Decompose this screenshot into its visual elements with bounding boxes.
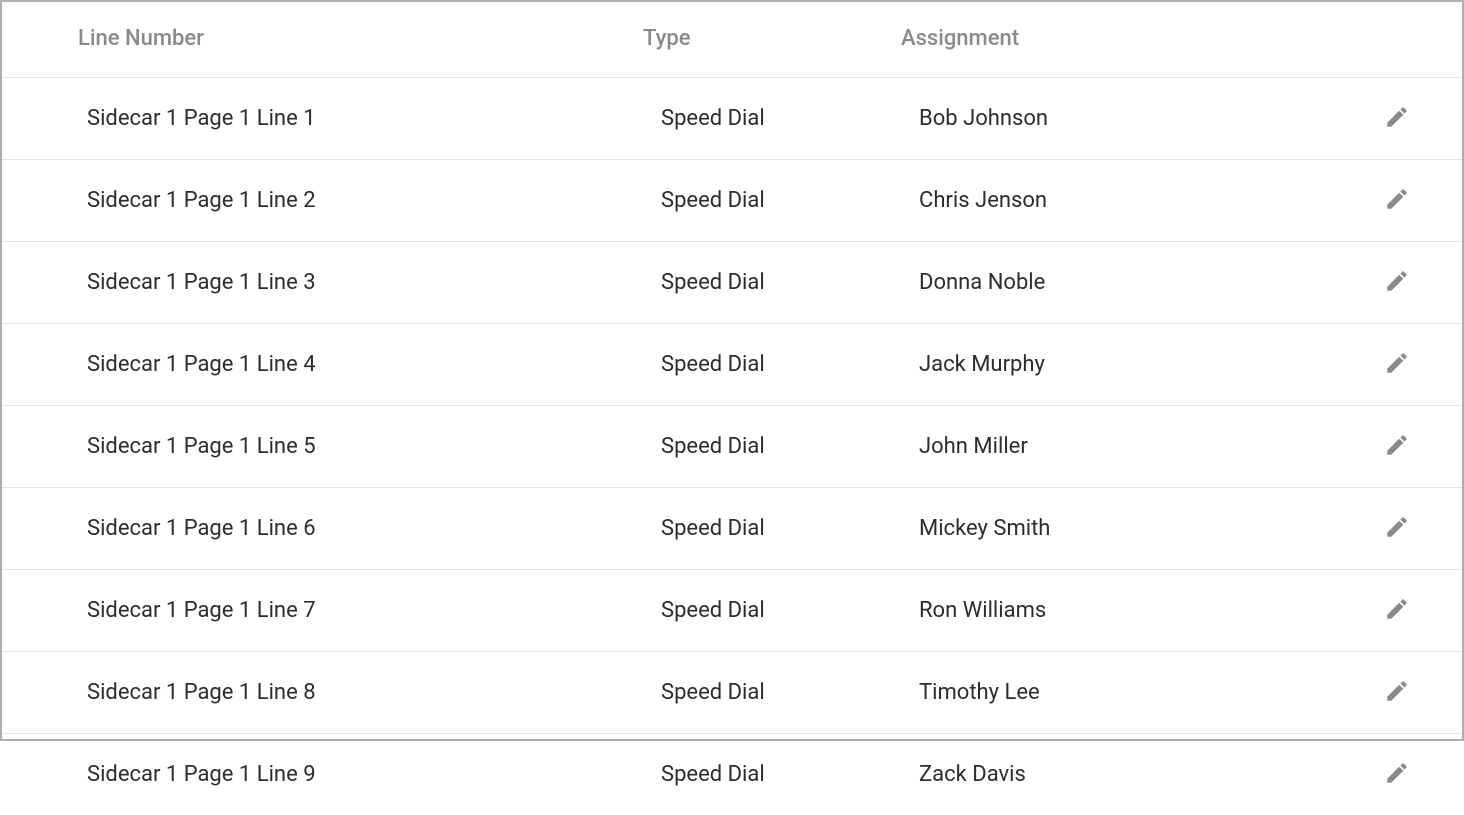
header-line-number: Line Number xyxy=(78,26,643,51)
pencil-icon xyxy=(1384,432,1410,461)
pencil-icon xyxy=(1384,514,1410,543)
edit-button[interactable] xyxy=(1380,592,1414,629)
table-row: Sidecar 1 Page 1 Line 9Speed DialZack Da… xyxy=(2,734,1462,815)
table-row: Sidecar 1 Page 1 Line 7Speed DialRon Wil… xyxy=(2,570,1462,652)
table-row: Sidecar 1 Page 1 Line 1Speed DialBob Joh… xyxy=(2,78,1462,160)
cell-line-number: Sidecar 1 Page 1 Line 3 xyxy=(87,270,661,295)
pencil-icon xyxy=(1384,186,1410,215)
cell-assignment: Donna Noble xyxy=(919,270,1372,295)
cell-assignment: Timothy Lee xyxy=(919,680,1372,705)
table-row: Sidecar 1 Page 1 Line 2Speed DialChris J… xyxy=(2,160,1462,242)
table-row: Sidecar 1 Page 1 Line 5Speed DialJohn Mi… xyxy=(2,406,1462,488)
cell-line-number: Sidecar 1 Page 1 Line 1 xyxy=(87,106,661,131)
header-assignment: Assignment xyxy=(901,26,1372,51)
cell-action xyxy=(1372,264,1422,301)
cell-type: Speed Dial xyxy=(661,680,919,705)
cell-assignment: Ron Williams xyxy=(919,598,1372,623)
cell-type: Speed Dial xyxy=(661,598,919,623)
cell-assignment: Mickey Smith xyxy=(919,516,1372,541)
cell-line-number: Sidecar 1 Page 1 Line 5 xyxy=(87,434,661,459)
edit-button[interactable] xyxy=(1380,674,1414,711)
table-row: Sidecar 1 Page 1 Line 8Speed DialTimothy… xyxy=(2,652,1462,734)
cell-type: Speed Dial xyxy=(661,188,919,213)
cell-line-number: Sidecar 1 Page 1 Line 8 xyxy=(87,680,661,705)
edit-button[interactable] xyxy=(1380,346,1414,383)
line-assignment-table: Line Number Type Assignment Sidecar 1 Pa… xyxy=(2,2,1462,815)
pencil-icon xyxy=(1384,268,1410,297)
cell-type: Speed Dial xyxy=(661,352,919,377)
cell-assignment: Chris Jenson xyxy=(919,188,1372,213)
table-row: Sidecar 1 Page 1 Line 4Speed DialJack Mu… xyxy=(2,324,1462,406)
edit-button[interactable] xyxy=(1380,428,1414,465)
cell-line-number: Sidecar 1 Page 1 Line 4 xyxy=(87,352,661,377)
cell-action xyxy=(1372,346,1422,383)
table-body: Sidecar 1 Page 1 Line 1Speed DialBob Joh… xyxy=(2,78,1462,815)
cell-type: Speed Dial xyxy=(661,762,919,787)
pencil-icon xyxy=(1384,678,1410,707)
cell-type: Speed Dial xyxy=(661,270,919,295)
pencil-icon xyxy=(1384,596,1410,625)
cell-action xyxy=(1372,100,1422,137)
line-assignment-panel: Line Number Type Assignment Sidecar 1 Pa… xyxy=(0,0,1464,741)
cell-action xyxy=(1372,428,1422,465)
table-row: Sidecar 1 Page 1 Line 3Speed DialDonna N… xyxy=(2,242,1462,324)
edit-button[interactable] xyxy=(1380,182,1414,219)
pencil-icon xyxy=(1384,350,1410,379)
pencil-icon xyxy=(1384,760,1410,789)
cell-action xyxy=(1372,756,1422,793)
cell-type: Speed Dial xyxy=(661,106,919,131)
cell-action xyxy=(1372,592,1422,629)
cell-action xyxy=(1372,674,1422,711)
cell-line-number: Sidecar 1 Page 1 Line 9 xyxy=(87,762,661,787)
header-type: Type xyxy=(643,26,901,51)
pencil-icon xyxy=(1384,104,1410,133)
cell-assignment: Jack Murphy xyxy=(919,352,1372,377)
cell-type: Speed Dial xyxy=(661,434,919,459)
cell-line-number: Sidecar 1 Page 1 Line 6 xyxy=(87,516,661,541)
cell-type: Speed Dial xyxy=(661,516,919,541)
table-header-row: Line Number Type Assignment xyxy=(2,2,1462,78)
cell-assignment: Zack Davis xyxy=(919,762,1372,787)
cell-line-number: Sidecar 1 Page 1 Line 2 xyxy=(87,188,661,213)
table-row: Sidecar 1 Page 1 Line 6Speed DialMickey … xyxy=(2,488,1462,570)
cell-action xyxy=(1372,510,1422,547)
cell-assignment: Bob Johnson xyxy=(919,106,1372,131)
cell-line-number: Sidecar 1 Page 1 Line 7 xyxy=(87,598,661,623)
edit-button[interactable] xyxy=(1380,510,1414,547)
cell-assignment: John Miller xyxy=(919,434,1372,459)
cell-action xyxy=(1372,182,1422,219)
edit-button[interactable] xyxy=(1380,264,1414,301)
edit-button[interactable] xyxy=(1380,100,1414,137)
edit-button[interactable] xyxy=(1380,756,1414,793)
